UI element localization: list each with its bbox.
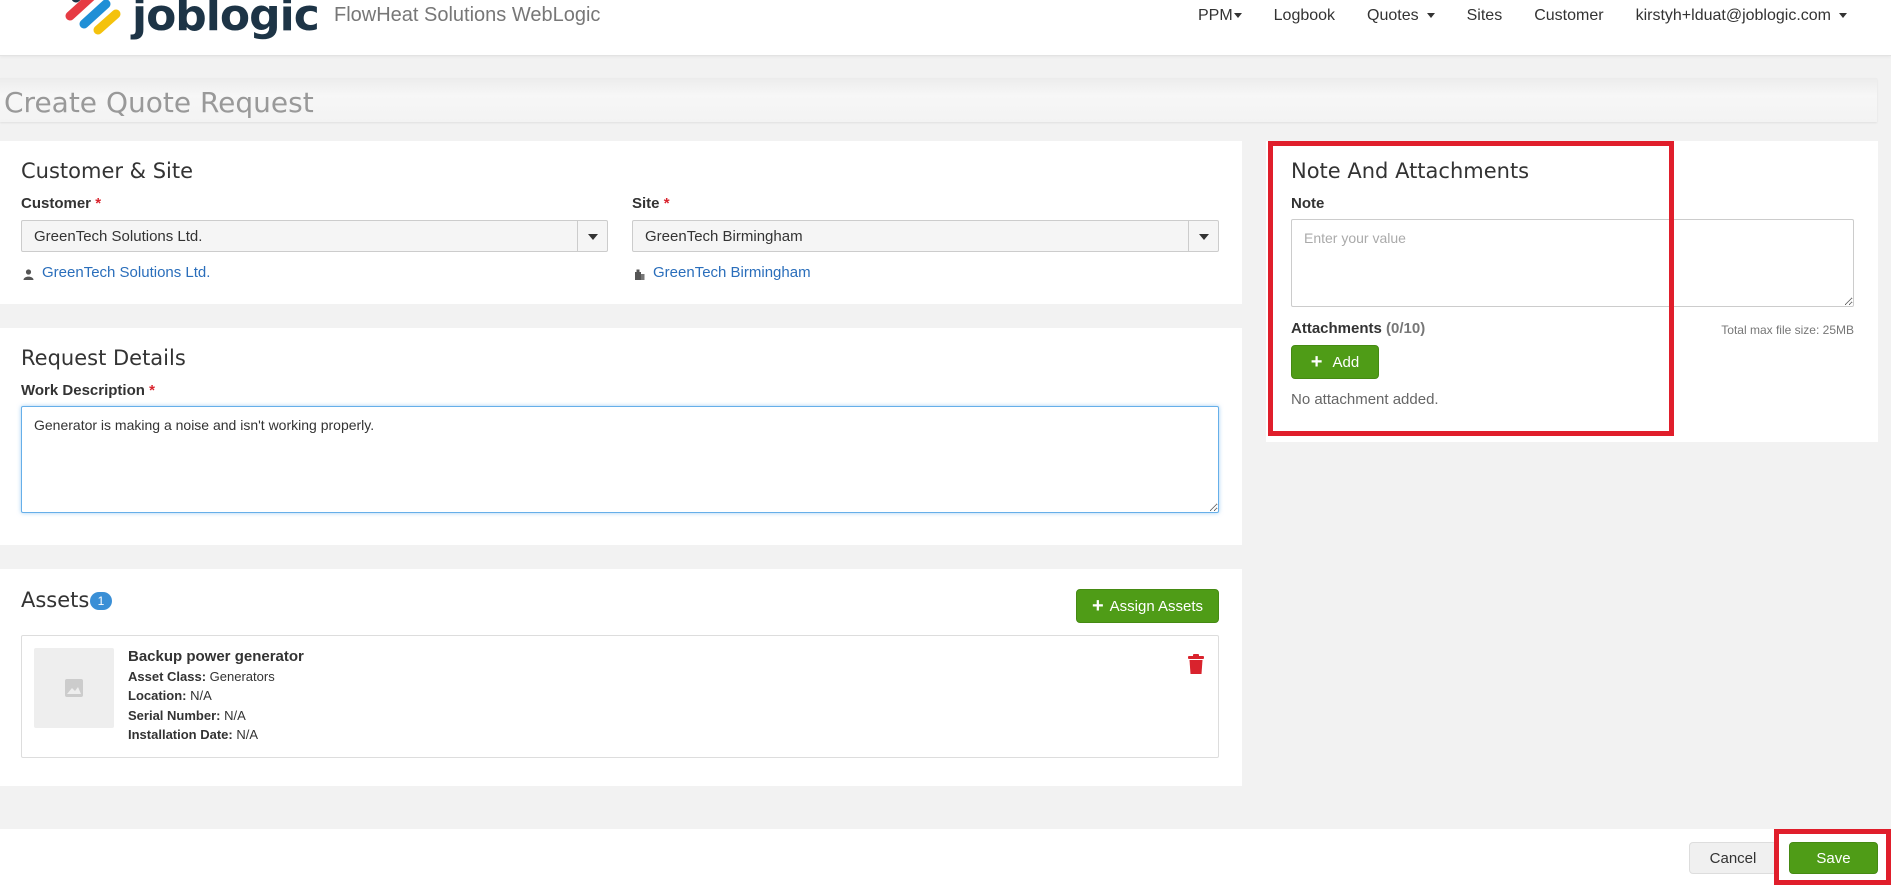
customer-site-title: Customer & Site	[21, 159, 194, 183]
add-attachment-button[interactable]: + Add	[1291, 345, 1379, 379]
asset-class-value: Generators	[209, 669, 275, 684]
asset-serial: Serial Number: N/A	[128, 708, 246, 723]
customer-select-value: GreenTech Solutions Ltd.	[34, 228, 203, 245]
assets-title: Assets	[21, 588, 90, 612]
max-file-size: Total max file size: 25MB	[1721, 323, 1854, 337]
top-navbar: joblogic FlowHeat Solutions WebLogic PPM…	[0, 0, 1891, 56]
required-mark: *	[149, 382, 155, 399]
asset-install-value: N/A	[236, 727, 259, 742]
cancel-button[interactable]: Cancel	[1689, 842, 1777, 874]
image-placeholder-icon	[65, 679, 83, 697]
asset-serial-label: Serial Number:	[128, 708, 221, 723]
attachments-count: (0/10)	[1386, 320, 1426, 337]
footer-bar	[0, 829, 1891, 885]
user-icon	[23, 267, 34, 280]
site-select[interactable]: GreenTech Birmingham	[632, 220, 1219, 252]
page-title: Create Quote Request	[4, 86, 314, 119]
note-label: Note	[1291, 195, 1325, 212]
nav-sites[interactable]: Sites	[1451, 6, 1519, 26]
asset-card: Backup power generator Asset Class: Gene…	[21, 635, 1219, 758]
note-input[interactable]	[1291, 219, 1854, 307]
customer-select[interactable]: GreenTech Solutions Ltd.	[21, 220, 608, 252]
building-icon	[634, 267, 645, 280]
nav-logbook-label: Logbook	[1273, 7, 1336, 24]
assets-panel: Assets 1 + Assign Assets Backup power ge…	[0, 569, 1242, 786]
customer-site-panel: Customer & Site Customer * GreenTech Sol…	[0, 141, 1242, 304]
customer-link[interactable]: GreenTech Solutions Ltd.	[23, 264, 210, 281]
work-description-label-text: Work Description	[21, 382, 145, 399]
page-title-bar: Create Quote Request	[0, 78, 1877, 122]
company-name: FlowHeat Solutions WebLogic	[334, 4, 601, 26]
asset-install-date: Installation Date: N/A	[128, 727, 258, 742]
nav-quotes[interactable]: Quotes	[1351, 6, 1451, 26]
required-mark: *	[95, 195, 102, 212]
asset-thumbnail	[34, 648, 114, 728]
asset-location-value: N/A	[190, 688, 212, 703]
chevron-down-icon	[1233, 13, 1242, 19]
user-email: kirstyh+lduat@joblogic.com	[1635, 7, 1831, 24]
site-label-text: Site	[632, 195, 660, 212]
nav-user-menu[interactable]: kirstyh+lduat@joblogic.com	[1620, 6, 1863, 26]
assets-count-badge: 1	[90, 592, 112, 610]
nav-quotes-label: Quotes	[1367, 7, 1419, 24]
chevron-down-icon	[588, 234, 598, 240]
asset-location-label: Location:	[128, 688, 187, 703]
nav-ppm-label: PPM	[1197, 7, 1233, 24]
customer-label: Customer *	[21, 195, 101, 212]
main-nav: PPM Logbook Quotes Sites Customer kirsty…	[1182, 6, 1863, 26]
save-button[interactable]: Save	[1789, 842, 1878, 874]
nav-customer-label: Customer	[1534, 7, 1604, 24]
asset-location: Location: N/A	[128, 688, 212, 703]
nav-logbook[interactable]: Logbook	[1258, 6, 1351, 26]
required-mark: *	[663, 195, 670, 212]
customer-label-text: Customer	[21, 195, 92, 212]
add-attachment-label: Add	[1332, 353, 1360, 371]
site-select-value: GreenTech Birmingham	[645, 228, 803, 245]
site-link[interactable]: GreenTech Birmingham	[634, 264, 811, 281]
asset-name: Backup power generator	[128, 648, 304, 665]
attachments-label: Attachments (0/10)	[1291, 320, 1425, 337]
logo-mark-icon	[62, 0, 126, 42]
attachments-label-text: Attachments	[1291, 320, 1382, 337]
asset-install-label: Installation Date:	[128, 727, 233, 742]
nav-ppm[interactable]: PPM	[1182, 6, 1258, 26]
logo-text: joblogic	[132, 0, 320, 41]
assign-assets-label: Assign Assets	[1109, 597, 1204, 615]
no-attachment-text: No attachment added.	[1291, 391, 1439, 408]
work-description-input[interactable]: Generator is making a noise and isn't wo…	[21, 406, 1219, 513]
note-attachments-title: Note And Attachments	[1291, 159, 1530, 183]
plus-icon: +	[1310, 351, 1323, 373]
chevron-down-icon	[1199, 234, 1209, 240]
work-description-label: Work Description *	[21, 382, 155, 399]
chevron-down-icon	[1839, 13, 1847, 19]
joblogic-logo[interactable]: joblogic	[62, 0, 320, 42]
site-link-text: GreenTech Birmingham	[653, 264, 811, 281]
site-label: Site *	[632, 195, 670, 212]
site-dropdown-toggle[interactable]	[1188, 221, 1218, 251]
plus-icon: +	[1091, 595, 1104, 617]
nav-sites-label: Sites	[1466, 7, 1503, 24]
asset-class-label: Asset Class:	[128, 669, 207, 684]
assign-assets-button[interactable]: + Assign Assets	[1076, 589, 1219, 623]
delete-asset-icon[interactable]	[1188, 654, 1204, 674]
customer-dropdown-toggle[interactable]	[577, 221, 607, 251]
request-details-title: Request Details	[21, 346, 186, 370]
chevron-down-icon	[1426, 13, 1435, 19]
nav-customer[interactable]: Customer	[1518, 6, 1619, 26]
asset-serial-value: N/A	[224, 708, 246, 723]
asset-class: Asset Class: Generators	[128, 669, 275, 684]
customer-link-text: GreenTech Solutions Ltd.	[42, 264, 211, 281]
